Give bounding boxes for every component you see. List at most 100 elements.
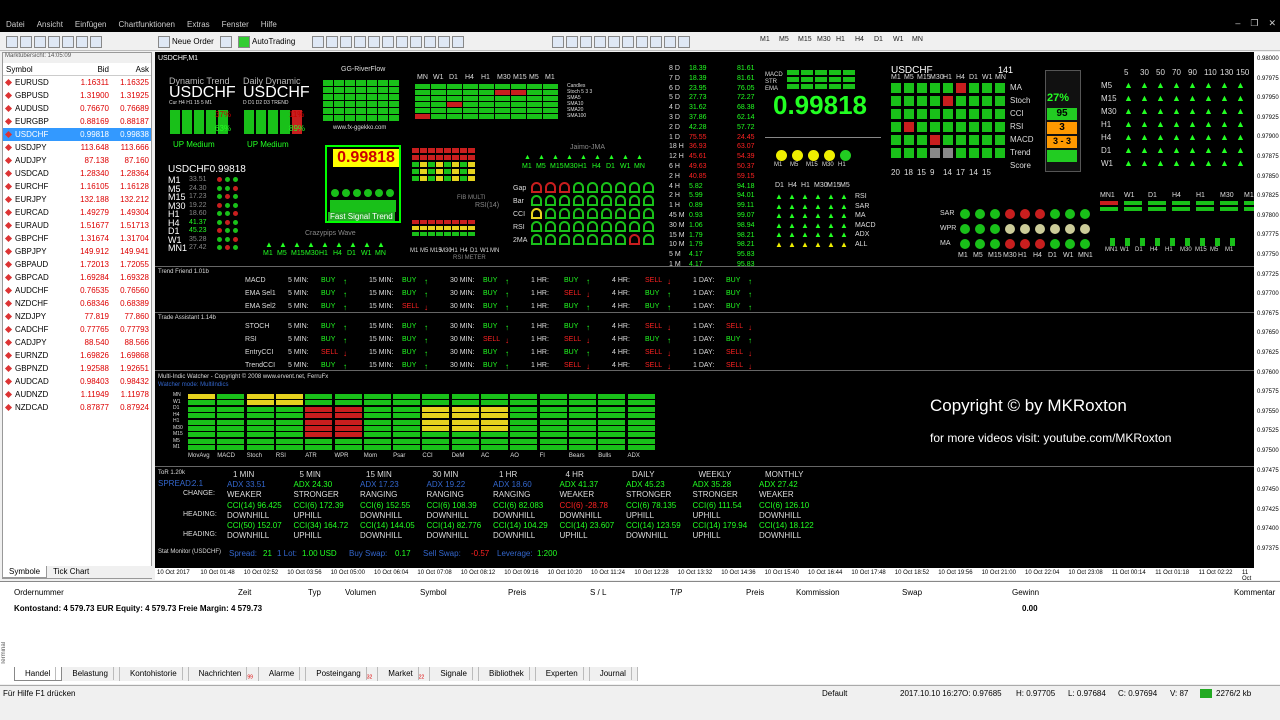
tab-terminal[interactable]: Belastung	[62, 667, 120, 681]
tab-terminal[interactable]: Journal	[590, 667, 638, 681]
tf-button-m5[interactable]: M5	[779, 36, 789, 43]
list-item[interactable]: USDCHF 0.99818 0.99838	[3, 128, 151, 141]
text-icon[interactable]	[650, 36, 662, 48]
tab-terminal[interactable]: Posteingang 32	[306, 667, 379, 681]
tab-terminal[interactable]: Kontohistorie	[120, 667, 189, 681]
metaeditor-button[interactable]	[220, 35, 234, 49]
terminal-col[interactable]: Symbol	[420, 588, 447, 597]
tab-terminal[interactable]: Handel	[14, 667, 63, 681]
tf-button-d1[interactable]: D1	[874, 36, 883, 43]
list-item[interactable]: GBPNZD 1.92588 1.92651	[3, 362, 151, 375]
list-item[interactable]: AUDJPY 87.138 87.160	[3, 154, 151, 167]
list-item[interactable]: EURCAD 1.49279 1.49304	[3, 206, 151, 219]
arrows-icon[interactable]	[678, 36, 690, 48]
tab-terminal[interactable]: Bibliothek	[479, 667, 536, 681]
crosshair-icon[interactable]	[566, 36, 578, 48]
templates-icon[interactable]	[452, 36, 464, 48]
terminal-col[interactable]: Gewinn	[1012, 588, 1039, 597]
cursor-icon[interactable]	[552, 36, 564, 48]
terminal-col[interactable]: Swap	[902, 588, 922, 597]
tf-button-mn[interactable]: MN	[912, 36, 923, 43]
terminal-col[interactable]: Kommission	[796, 588, 840, 597]
minimize-icon[interactable]: –	[1235, 18, 1240, 28]
channel-icon[interactable]	[622, 36, 634, 48]
list-item[interactable]: EURNZD 1.69826 1.69868	[3, 349, 151, 362]
new-chart-icon[interactable]	[6, 36, 18, 48]
terminal-col[interactable]: Zeit	[238, 588, 251, 597]
periods-icon[interactable]	[438, 36, 450, 48]
tf-button-m30[interactable]: M30	[817, 36, 831, 43]
chart-window[interactable]: USDCHF,M1 Dynamic Trend Daily Dynamic USDC…	[155, 52, 1254, 580]
vertical-line-icon[interactable]	[580, 36, 592, 48]
zoom-in-icon[interactable]	[354, 36, 366, 48]
terminal-icon[interactable]	[76, 36, 88, 48]
tf-button-h1[interactable]: H1	[836, 36, 845, 43]
list-item[interactable]: NZDCHF 0.68346 0.68389	[3, 297, 151, 310]
tab-symbole[interactable]: Symbole	[2, 566, 48, 578]
terminal-col[interactable]: Typ	[308, 588, 321, 597]
terminal-col[interactable]: T/P	[670, 588, 682, 597]
tab-terminal[interactable]: Market 22	[378, 667, 431, 681]
autotrading-button[interactable]: AutoTrading	[238, 35, 295, 49]
profiles-icon[interactable]	[20, 36, 32, 48]
tester-icon[interactable]	[90, 36, 102, 48]
terminal-col[interactable]: Kommentar	[1234, 588, 1275, 597]
fibo-icon[interactable]	[636, 36, 648, 48]
terminal-col[interactable]: Volumen	[345, 588, 376, 597]
col-ask[interactable]: Ask	[109, 65, 149, 74]
autoscroll-icon[interactable]	[396, 36, 408, 48]
list-item[interactable]: CADJPY 88.540 88.566	[3, 336, 151, 349]
list-item[interactable]: EURJPY 132.188 132.212	[3, 193, 151, 206]
list-item[interactable]: USDCAD 1.28340 1.28364	[3, 167, 151, 180]
chart-shift-icon[interactable]	[410, 36, 422, 48]
list-item[interactable]: AUDNZD 1.11949 1.11978	[3, 388, 151, 401]
terminal-col[interactable]: Ordernummer	[14, 588, 64, 597]
tab-terminal[interactable]: Signale	[430, 667, 479, 681]
list-item[interactable]: EURGBP 0.88169 0.88187	[3, 115, 151, 128]
bar-chart-icon[interactable]	[312, 36, 324, 48]
menu-hilfe[interactable]: Hilfe	[255, 18, 283, 31]
label-icon[interactable]	[664, 36, 676, 48]
candle-chart-icon[interactable]	[326, 36, 338, 48]
terminal-col[interactable]: S / L	[590, 588, 606, 597]
tf-button-h4[interactable]: H4	[855, 36, 864, 43]
new-order-button[interactable]: Neue Order	[158, 35, 214, 49]
list-item[interactable]: GBPCHF 1.31674 1.31704	[3, 232, 151, 245]
tab-terminal[interactable]: Alarme	[259, 667, 307, 681]
list-item[interactable]: GBPCAD 1.69284 1.69328	[3, 271, 151, 284]
menu-fenster[interactable]: Fenster	[216, 18, 255, 31]
tab-terminal[interactable]: Nachrichten 99	[189, 667, 259, 681]
data-window-icon[interactable]	[48, 36, 60, 48]
line-chart-icon[interactable]	[340, 36, 352, 48]
navigator-icon[interactable]	[62, 36, 74, 48]
terminal-col[interactable]: Preis	[508, 588, 526, 597]
list-item[interactable]: CADCHF 0.77765 0.77793	[3, 323, 151, 336]
menu-extras[interactable]: Extras	[181, 18, 216, 31]
list-item[interactable]: AUDUSD 0.76670 0.76689	[3, 102, 151, 115]
list-item[interactable]: EURAUD 1.51677 1.51713	[3, 219, 151, 232]
tab-tick-chart[interactable]: Tick Chart	[47, 566, 95, 578]
list-item[interactable]: NZDJPY 77.819 77.860	[3, 310, 151, 323]
tf-button-m15[interactable]: M15	[798, 36, 812, 43]
close-icon[interactable]: ✕	[1268, 18, 1276, 28]
list-item[interactable]: GBPJPY 149.912 149.941	[3, 245, 151, 258]
zoom-out-icon[interactable]	[368, 36, 380, 48]
indicators-icon[interactable]	[424, 36, 436, 48]
list-item[interactable]: AUDCHF 0.76535 0.76560	[3, 284, 151, 297]
tile-icon[interactable]	[382, 36, 394, 48]
list-item[interactable]: USDJPY 113.648 113.666	[3, 141, 151, 154]
trendline-icon[interactable]	[608, 36, 620, 48]
terminal-col[interactable]: Preis	[746, 588, 764, 597]
list-item[interactable]: GBPAUD 1.72013 1.72055	[3, 258, 151, 271]
menu-chartfunktionen[interactable]: Chartfunktionen	[113, 18, 181, 31]
list-item[interactable]: EURUSD 1.16311 1.16325	[3, 76, 151, 89]
menu-datei[interactable]: Datei	[0, 18, 31, 31]
restore-icon[interactable]: ❐	[1250, 18, 1258, 28]
market-watch-icon[interactable]	[34, 36, 46, 48]
list-item[interactable]: AUDCAD 0.98403 0.98432	[3, 375, 151, 388]
col-bid[interactable]: Bid	[67, 65, 109, 74]
col-symbol[interactable]: Symbol	[3, 65, 67, 74]
tf-button-w1[interactable]: W1	[893, 36, 904, 43]
menu-einfügen[interactable]: Einfügen	[69, 18, 113, 31]
menu-ansicht[interactable]: Ansicht	[31, 18, 69, 31]
